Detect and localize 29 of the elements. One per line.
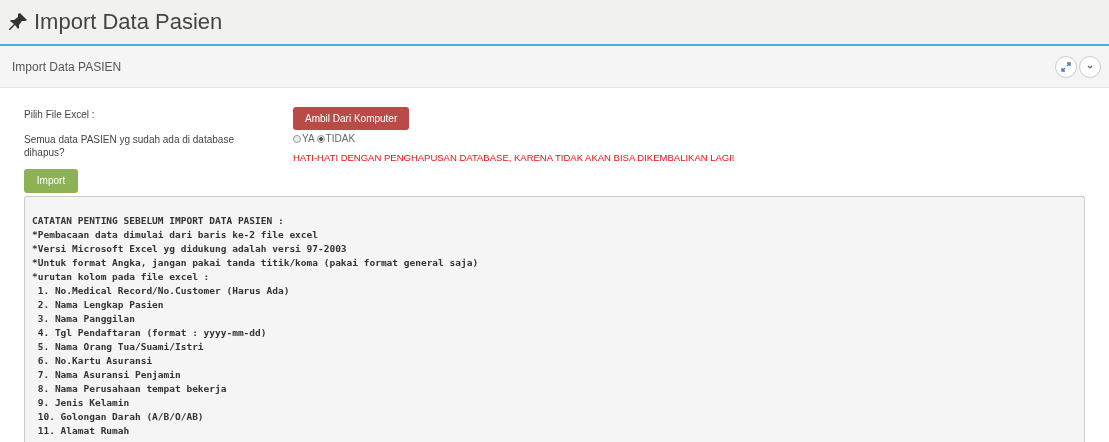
radio-button[interactable] xyxy=(293,134,301,143)
note-line: *Versi Microsoft Excel yg didukung adalah versi 97-2003 xyxy=(32,241,348,256)
pushpin-icon xyxy=(8,12,28,32)
column-list-item: 4. Tgl Pendaftaran (format : yyyy-mm-dd) xyxy=(36,325,268,340)
column-list-item: 11. Alamat Rumah xyxy=(36,423,131,438)
expand-icon xyxy=(1061,62,1071,72)
column-list-item: 1. No.Medical Record/No.Customer (Harus Ada) xyxy=(36,283,291,298)
note-line: *urutan kolom pada file excel : xyxy=(32,269,211,284)
column-list-item: 10. Golongan Darah (A/B/O/AB) xyxy=(36,409,205,424)
choose-file-button[interactable]: Ambil Dari Komputer xyxy=(293,107,410,130)
page-title: Import Data Pasien xyxy=(34,9,223,35)
panel-title: Import Data PASIEN xyxy=(12,60,122,74)
column-list-item: 8. Nama Perusahaan tempat bekerja xyxy=(36,381,228,396)
delete-label: Semua data PASIEN yg sudah ada di database dihapus? xyxy=(24,133,235,160)
note-line: *Untuk format Angka, jangan pakai tanda titik/koma (pakai format general saja) xyxy=(32,255,480,270)
column-list-item: 6. No.Kartu Asuransi xyxy=(36,353,154,368)
column-list-item: 5. Nama Orang Tua/Suami/Istri xyxy=(36,339,205,354)
expand-button[interactable] xyxy=(1055,56,1077,78)
notes-heading: CATATAN PENTING SEBELUM IMPORT DATA PASIEN : xyxy=(32,213,285,228)
column-list-item: 9. Jenis Kelamin xyxy=(36,395,131,410)
radio-button[interactable] xyxy=(316,134,325,143)
radio-label: YA xyxy=(302,133,315,144)
radio-label: TIDAK xyxy=(325,133,356,144)
warning-text: HATI-HATI DENGAN PENGHAPUSAN DATABASE, KARENA TIDAK AKAN BISA DIKEMBALIKAN LAGI! xyxy=(293,151,736,163)
column-list-item: 7. Nama Asuransi Penjamin xyxy=(36,367,182,382)
column-list-item: 3. Nama Panggilan xyxy=(36,311,136,326)
file-label: Pilih File Excel : xyxy=(24,108,96,122)
column-list-item: 2. Nama Lengkap Pasien xyxy=(36,297,165,312)
note-line: *Pembacaan data dimulai dari baris ke-2 file excel xyxy=(32,227,319,242)
